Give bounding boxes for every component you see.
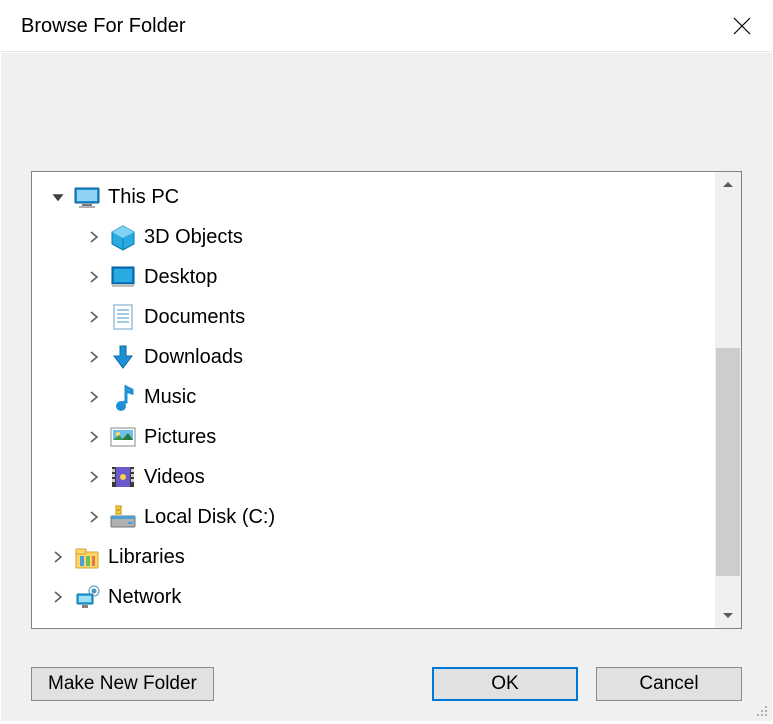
tree-item-network[interactable]: Network — [32, 577, 715, 617]
tree-item-pictures[interactable]: Pictures — [32, 417, 715, 457]
dialog-title: Browse For Folder — [21, 15, 712, 38]
chevron-down-icon — [722, 609, 734, 621]
scrollbar-track[interactable] — [715, 198, 741, 602]
expander-open-icon[interactable] — [46, 191, 70, 203]
tree-item-videos[interactable]: Videos — [32, 457, 715, 497]
browse-for-folder-dialog: Browse For Folder This PC — [0, 0, 773, 724]
scroll-up-button[interactable] — [715, 172, 741, 198]
expander-icon[interactable] — [82, 231, 106, 243]
tree-item-label: Local Disk (C:) — [144, 506, 275, 529]
tree-item-label: Videos — [144, 466, 205, 489]
network-icon — [72, 582, 102, 612]
tree-item-desktop[interactable]: Desktop — [32, 257, 715, 297]
documents-icon — [108, 302, 138, 332]
resize-grip[interactable] — [752, 701, 768, 717]
chevron-up-icon — [722, 179, 734, 191]
tree-item-label: Desktop — [144, 266, 217, 289]
tree-item-label: Music — [144, 386, 196, 409]
tree-item-label: Documents — [144, 306, 245, 329]
tree-item-label: Pictures — [144, 426, 216, 449]
expander-icon[interactable] — [46, 551, 70, 563]
cube-icon — [108, 222, 138, 252]
desktop-icon — [108, 262, 138, 292]
expander-icon[interactable] — [82, 511, 106, 523]
downloads-icon — [108, 342, 138, 372]
tree-item-label: Downloads — [144, 346, 243, 369]
tree-item-downloads[interactable]: Downloads — [32, 337, 715, 377]
scrollbar[interactable] — [715, 172, 741, 628]
expander-icon[interactable] — [82, 391, 106, 403]
cancel-button[interactable]: Cancel — [596, 667, 742, 701]
libraries-icon — [72, 542, 102, 572]
pictures-icon — [108, 422, 138, 452]
tree-item-label: Libraries — [108, 546, 185, 569]
expander-icon[interactable] — [46, 591, 70, 603]
tree-item-this-pc[interactable]: This PC — [32, 177, 715, 217]
this-pc-icon — [72, 182, 102, 212]
tree-item-libraries[interactable]: Libraries — [32, 537, 715, 577]
expander-icon[interactable] — [82, 431, 106, 443]
expander-icon[interactable] — [82, 471, 106, 483]
videos-icon — [108, 462, 138, 492]
tree-item-documents[interactable]: Documents — [32, 297, 715, 337]
disk-drive-icon — [108, 502, 138, 532]
button-bar: Make New Folder OK Cancel — [31, 667, 742, 701]
scroll-down-button[interactable] — [715, 602, 741, 628]
make-new-folder-button[interactable]: Make New Folder — [31, 667, 214, 701]
expander-icon[interactable] — [82, 311, 106, 323]
ok-button[interactable]: OK — [432, 667, 578, 701]
music-icon — [108, 382, 138, 412]
titlebar: Browse For Folder — [1, 1, 772, 51]
close-button[interactable] — [712, 1, 772, 51]
dialog-body: This PC 3D Objects Desktop — [1, 53, 772, 721]
tree-item-local-disk-c[interactable]: Local Disk (C:) — [32, 497, 715, 537]
tree-item-label: Network — [108, 586, 181, 609]
tree-item-3d-objects[interactable]: 3D Objects — [32, 217, 715, 257]
resize-grip-icon — [752, 701, 768, 717]
tree-item-label: 3D Objects — [144, 226, 243, 249]
close-icon — [733, 17, 751, 35]
expander-icon[interactable] — [82, 271, 106, 283]
titlebar-divider — [1, 51, 772, 52]
expander-icon[interactable] — [82, 351, 106, 363]
tree-item-label: This PC — [108, 186, 179, 209]
folder-tree-panel: This PC 3D Objects Desktop — [31, 171, 742, 629]
scrollbar-thumb[interactable] — [716, 348, 740, 576]
folder-tree[interactable]: This PC 3D Objects Desktop — [32, 172, 715, 628]
tree-item-music[interactable]: Music — [32, 377, 715, 417]
